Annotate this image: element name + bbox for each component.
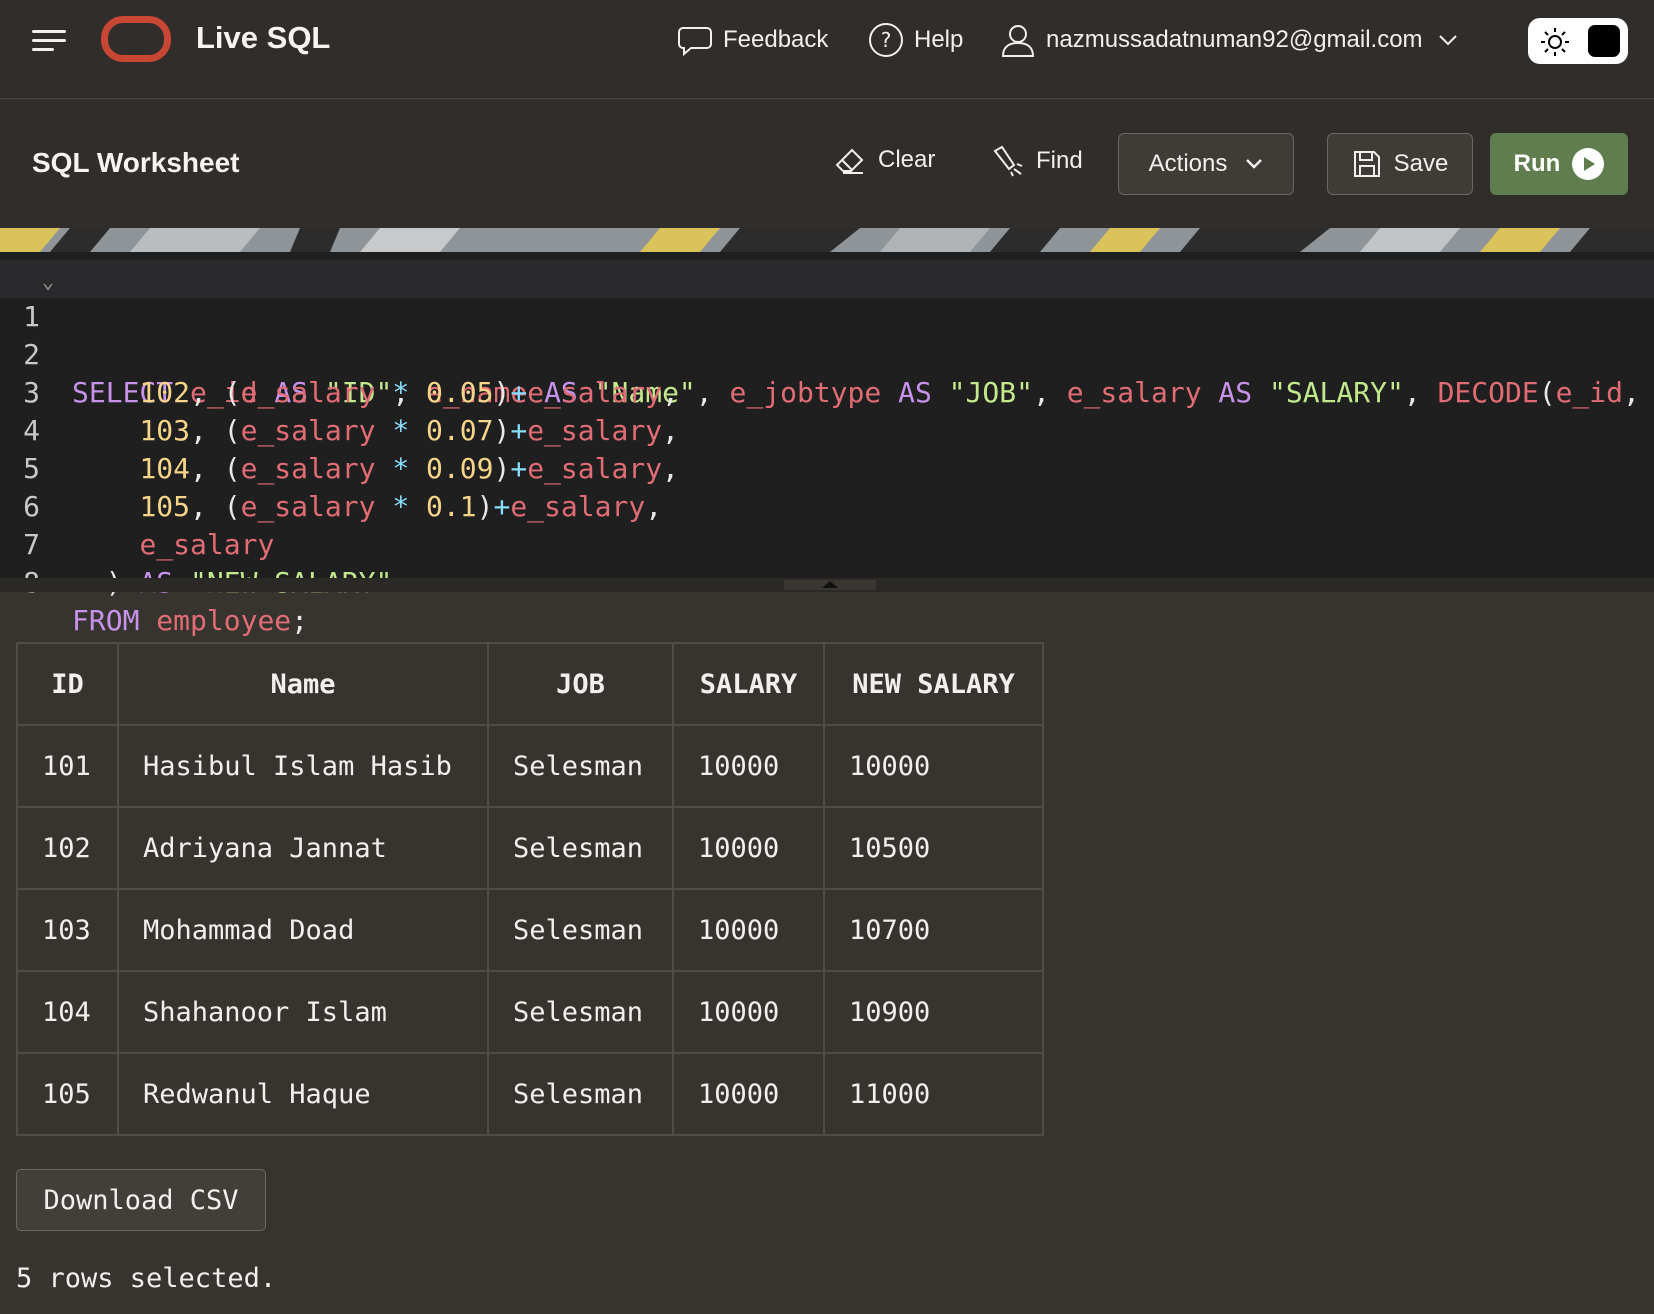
sql-editor[interactable]: 1 ⌄ SELECT e_id AS "ID", e_name AS "Name… bbox=[0, 252, 1654, 637]
worksheet-toolbar: SQL Worksheet Clear Find Actions Save Ru… bbox=[0, 100, 1654, 228]
find-button[interactable]: Find bbox=[992, 145, 1083, 177]
app-title: Live SQL bbox=[196, 20, 331, 55]
table-row: 103 Mohammad Doad Selesman 10000 10700 bbox=[16, 888, 1044, 972]
cell-job: Selesman bbox=[487, 724, 674, 808]
clear-label: Clear bbox=[878, 146, 936, 173]
column-header-name: Name bbox=[117, 642, 489, 726]
user-icon bbox=[1001, 25, 1035, 57]
column-header-salary: SALARY bbox=[672, 642, 825, 726]
help-link[interactable]: ? Help bbox=[868, 20, 963, 60]
help-label: Help bbox=[914, 26, 964, 53]
code-line[interactable]: 5 105, (e_salary * 0.1)+e_salary, bbox=[0, 412, 1654, 523]
code-line[interactable]: 2 102, (e_salary * 0.05)+e_salary, bbox=[0, 298, 1654, 409]
help-circle-icon: ? bbox=[869, 23, 903, 57]
cell-id: 101 bbox=[16, 724, 119, 808]
worksheet-title: SQL Worksheet bbox=[32, 147, 240, 178]
user-menu[interactable]: nazmussadatnuman92@gmail.com bbox=[1000, 20, 1459, 60]
theme-toggle[interactable] bbox=[1528, 18, 1628, 64]
cell-salary: 10000 bbox=[672, 1052, 825, 1136]
column-header-new-salary: NEW SALARY bbox=[823, 642, 1044, 726]
find-label: Find bbox=[1036, 147, 1083, 174]
column-header-job: JOB bbox=[487, 642, 674, 726]
cell-job: Selesman bbox=[487, 1052, 674, 1136]
user-email: nazmussadatnuman92@gmail.com bbox=[1046, 26, 1423, 53]
code-text: FROM employee; bbox=[72, 604, 309, 637]
chevron-down-icon bbox=[1438, 35, 1457, 46]
table-header-row: ID Name JOB SALARY NEW SALARY bbox=[16, 642, 1044, 726]
cell-name: Redwanul Haque bbox=[117, 1052, 489, 1136]
save-button[interactable]: Save bbox=[1327, 133, 1473, 195]
table-row: 105 Redwanul Haque Selesman 10000 11000 bbox=[16, 1052, 1044, 1136]
cell-salary: 10000 bbox=[672, 806, 825, 890]
cell-salary: 10000 bbox=[672, 888, 825, 972]
cell-new-salary: 11000 bbox=[823, 1052, 1044, 1136]
download-csv-button[interactable]: Download CSV bbox=[16, 1169, 266, 1231]
code-line[interactable]: 1 ⌄ SELECT e_id AS "ID", e_name AS "Name… bbox=[0, 260, 1654, 409]
code-line[interactable]: 6 e_salary bbox=[0, 450, 1654, 561]
cell-id: 102 bbox=[16, 806, 119, 890]
cell-new-salary: 10500 bbox=[823, 806, 1044, 890]
cell-new-salary: 10700 bbox=[823, 888, 1044, 972]
cell-salary: 10000 bbox=[672, 970, 825, 1054]
oracle-logo bbox=[101, 16, 171, 62]
table-row: 101 Hasibul Islam Hasib Selesman 10000 1… bbox=[16, 724, 1044, 808]
actions-label: Actions bbox=[1148, 150, 1228, 177]
flashlight-icon bbox=[993, 145, 1023, 177]
decorative-banner bbox=[0, 228, 1654, 252]
chat-bubble-icon bbox=[678, 27, 712, 56]
run-button[interactable]: Run bbox=[1490, 133, 1628, 195]
collapse-handle[interactable] bbox=[784, 580, 876, 590]
feedback-link[interactable]: Feedback bbox=[677, 20, 828, 60]
table-row: 102 Adriyana Jannat Selesman 10000 10500 bbox=[16, 806, 1044, 890]
cell-new-salary: 10000 bbox=[823, 724, 1044, 808]
sun-icon bbox=[1541, 28, 1569, 56]
code-line[interactable]: 3 103, (e_salary * 0.07)+e_salary, bbox=[0, 336, 1654, 447]
actions-dropdown[interactable]: Actions bbox=[1118, 133, 1294, 195]
clear-button[interactable]: Clear bbox=[834, 145, 935, 175]
cell-job: Selesman bbox=[487, 970, 674, 1054]
cell-job: Selesman bbox=[487, 806, 674, 890]
cell-name: Mohammad Doad bbox=[117, 888, 489, 972]
feedback-label: Feedback bbox=[723, 26, 829, 53]
cell-salary: 10000 bbox=[672, 724, 825, 808]
floppy-disk-icon bbox=[1353, 151, 1380, 177]
column-header-id: ID bbox=[16, 642, 119, 726]
top-app-bar: Live SQL Feedback ? Help nazmussadatnuma… bbox=[0, 0, 1654, 99]
cell-id: 103 bbox=[16, 888, 119, 972]
results-table: ID Name JOB SALARY NEW SALARY 101 Hasibu… bbox=[16, 642, 1044, 1136]
rows-selected-status: 5 rows selected. bbox=[16, 1263, 277, 1294]
svg-text:?: ? bbox=[881, 28, 892, 52]
cell-job: Selesman bbox=[487, 888, 674, 972]
code-line[interactable]: 7 ) AS "NEW SALARY" bbox=[0, 488, 1654, 599]
eraser-icon bbox=[835, 148, 864, 174]
cell-name: Hasibul Islam Hasib bbox=[117, 724, 489, 808]
cell-new-salary: 10900 bbox=[823, 970, 1044, 1054]
chevron-down-icon bbox=[1246, 159, 1263, 169]
cell-name: Adriyana Jannat bbox=[117, 806, 489, 890]
table-row: 104 Shahanoor Islam Selesman 10000 10900 bbox=[16, 970, 1044, 1054]
fold-chevron-icon[interactable]: ⌄ bbox=[42, 262, 54, 300]
cell-name: Shahanoor Islam bbox=[117, 970, 489, 1054]
run-label: Run bbox=[1513, 150, 1561, 177]
dark-mode-knob bbox=[1588, 25, 1620, 57]
pane-splitter[interactable] bbox=[0, 578, 1654, 592]
cell-id: 104 bbox=[16, 970, 119, 1054]
code-line[interactable]: 4 104, (e_salary * 0.09)+e_salary, bbox=[0, 374, 1654, 485]
code-line[interactable]: 8 FROM employee; bbox=[0, 526, 1654, 637]
save-label: Save bbox=[1393, 150, 1449, 177]
play-icon bbox=[1572, 148, 1605, 180]
menu-icon[interactable] bbox=[32, 26, 68, 54]
cell-id: 105 bbox=[16, 1052, 119, 1136]
